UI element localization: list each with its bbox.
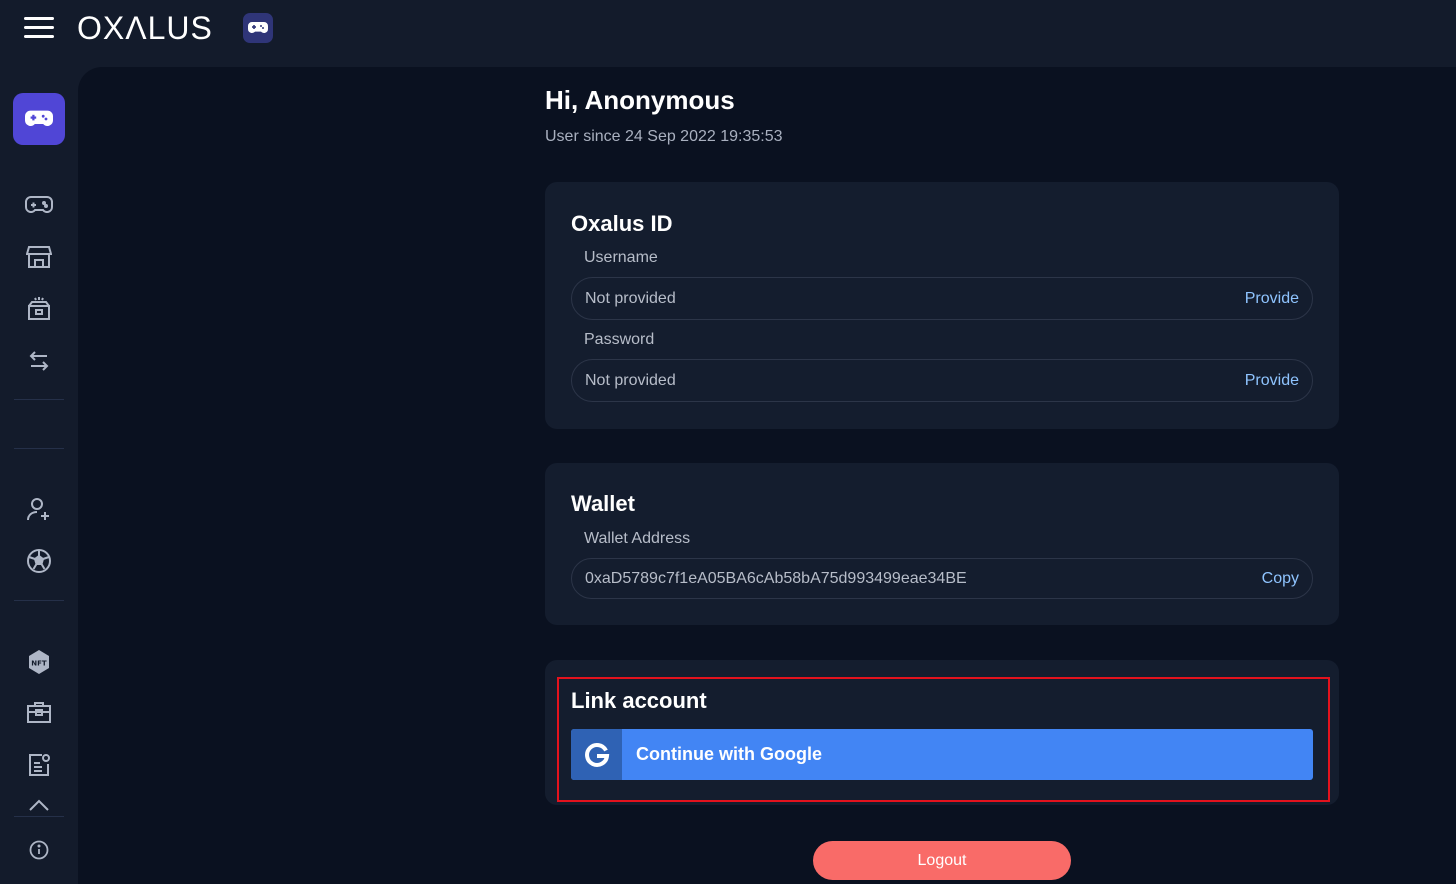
sidebar-item-store[interactable] [19, 239, 59, 275]
sidebar: NFT [0, 67, 78, 884]
top-bar: OXΛLUS [0, 0, 1456, 67]
wallet-address-field: 0xaD5789c7f1eA05BA6cAb58bA75d993499eae34… [571, 558, 1313, 599]
oxalus-logo[interactable]: OXΛLUS [77, 10, 213, 46]
svg-text:NFT: NFT [31, 660, 47, 668]
sidebar-divider [14, 448, 64, 449]
sidebar-item-nft[interactable]: NFT [19, 644, 59, 680]
store-icon [26, 246, 52, 268]
sidebar-item-toolbox[interactable] [19, 695, 59, 731]
card-title: Wallet [571, 491, 635, 516]
swap-arrows-icon [29, 351, 49, 371]
sidebar-item-invite[interactable] [19, 491, 59, 527]
page-title: Hi, Anonymous [545, 85, 735, 115]
username-field: Not provided Provide [571, 277, 1313, 320]
provide-password-link[interactable]: Provide [1245, 372, 1299, 390]
sidebar-divider [14, 399, 64, 400]
highlight-annotation [557, 677, 1330, 802]
info-icon [29, 840, 49, 860]
sidebar-item-games[interactable] [19, 187, 59, 223]
nft-badge-icon: NFT [29, 650, 49, 674]
sidebar-item-games-active[interactable] [13, 93, 65, 145]
card-title: Oxalus ID [571, 211, 673, 236]
gamepad-icon [243, 13, 273, 43]
sidebar-divider [14, 816, 64, 817]
gamepad-icon [25, 110, 53, 126]
logout-button[interactable]: Logout [813, 841, 1071, 880]
wallet-address-value: 0xaD5789c7f1eA05BA6cAb58bA75d993499eae34… [585, 570, 967, 587]
sidebar-item-swap[interactable] [19, 343, 59, 379]
password-value: Not provided [585, 372, 676, 389]
settings-list-icon [29, 754, 50, 776]
sidebar-item-chest[interactable] [19, 291, 59, 327]
sidebar-item-tasks[interactable] [19, 747, 59, 783]
provide-username-link[interactable]: Provide [1245, 290, 1299, 308]
copy-address-button[interactable]: Copy [1262, 570, 1299, 588]
user-since-text: User since 24 Sep 2022 19:35:53 [545, 128, 783, 145]
sidebar-item-sports[interactable] [19, 543, 59, 579]
main-content: Hi, Anonymous User since 24 Sep 2022 19:… [78, 67, 1456, 884]
oxalus-id-card: Oxalus ID Username Not provided Provide … [545, 182, 1339, 429]
soccer-ball-icon [27, 549, 51, 573]
password-label: Password [584, 331, 655, 348]
gamepad-icon [25, 196, 53, 213]
chest-icon [28, 297, 50, 320]
menu-icon[interactable] [24, 17, 54, 39]
password-field: Not provided Provide [571, 359, 1313, 402]
sidebar-item-info[interactable] [19, 832, 59, 868]
username-value: Not provided [585, 290, 676, 307]
sidebar-divider [14, 600, 64, 601]
wallet-card: Wallet Wallet Address 0xaD5789c7f1eA05BA… [545, 463, 1339, 625]
chevron-up-icon [29, 799, 49, 811]
toolbox-icon [27, 702, 51, 723]
username-label: Username [584, 249, 658, 266]
add-user-icon [27, 498, 49, 521]
wallet-address-label: Wallet Address [584, 530, 691, 547]
sidebar-scroll-up[interactable] [19, 795, 59, 815]
